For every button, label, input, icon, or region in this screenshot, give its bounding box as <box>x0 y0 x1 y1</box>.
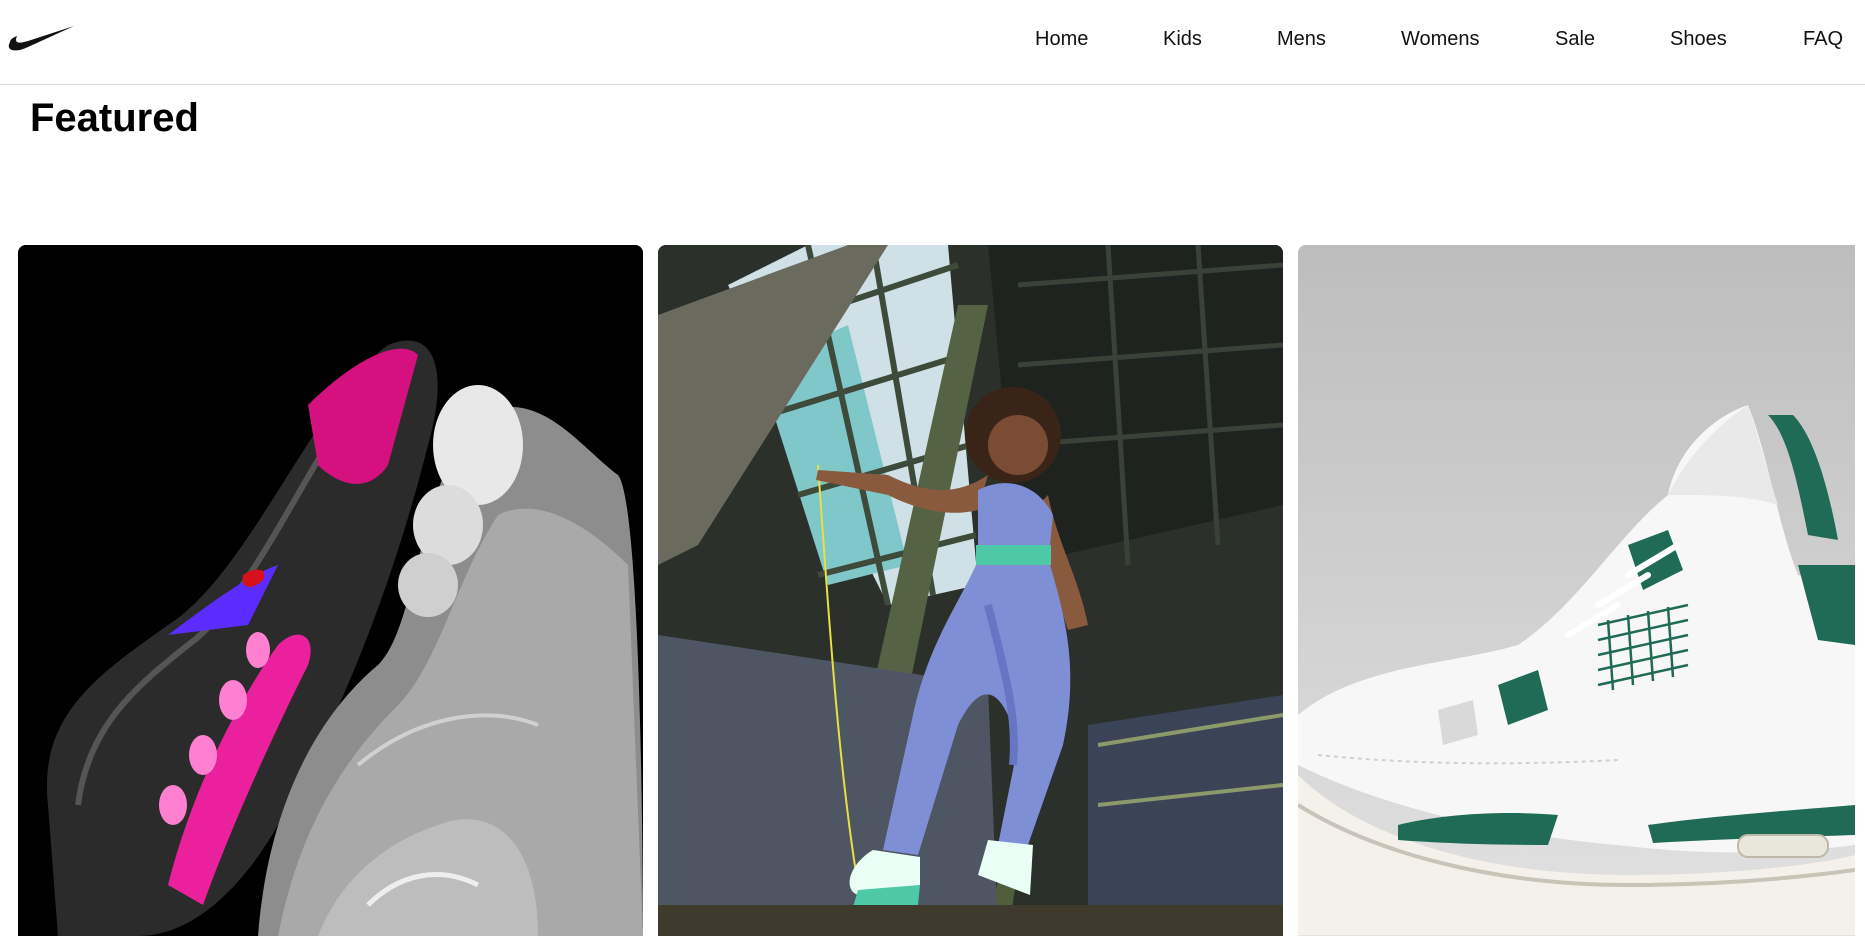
white-green-sneaker-image <box>1298 245 1855 936</box>
site-header: Home Kids Mens Womens Sale Shoes FAQ <box>0 0 1865 85</box>
nav-item-kids[interactable]: Kids <box>1163 28 1202 51</box>
nav-item-womens[interactable]: Womens <box>1401 28 1480 51</box>
page-title: Featured <box>30 96 199 140</box>
nav-item-home[interactable]: Home <box>1035 28 1088 51</box>
nav-item-faq[interactable]: FAQ <box>1803 28 1843 51</box>
nav-item-mens[interactable]: Mens <box>1277 28 1326 51</box>
main-nav: Home Kids Mens Womens Sale Shoes FAQ <box>0 0 1865 80</box>
featured-card-sneakers-pink[interactable] <box>18 245 643 936</box>
nav-item-shoes[interactable]: Shoes <box>1670 28 1727 51</box>
black-pink-sneakers-image <box>18 245 643 936</box>
nav-item-sale[interactable]: Sale <box>1555 28 1595 51</box>
featured-card-white-green-sneaker[interactable] <box>1298 245 1855 936</box>
featured-card-jump-rope[interactable] <box>658 245 1283 936</box>
woman-jump-rope-image <box>658 245 1283 936</box>
